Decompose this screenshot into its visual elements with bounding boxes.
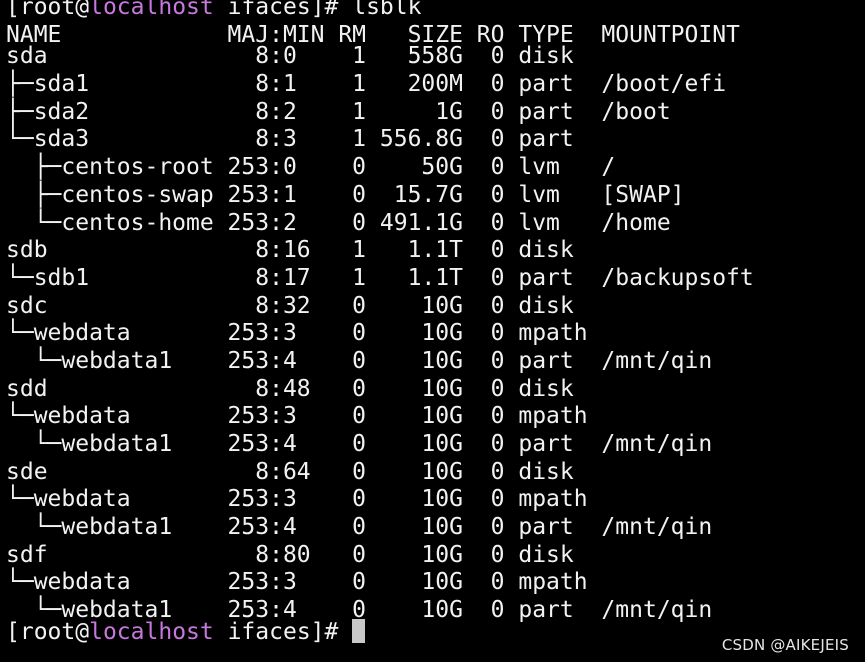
text-cursor <box>352 618 366 643</box>
lsblk-row: ├─centos-root 253:0 0 50G 0 lvm / <box>6 154 616 181</box>
lsblk-row: └─webdata 253:3 0 10G 0 mpath <box>6 403 588 430</box>
prompt-host: localhost <box>89 618 214 645</box>
terminal-window[interactable]: [root@localhost ifaces]# lsblk NAME MAJ:… <box>0 0 865 662</box>
lsblk-row: ├─centos-swap 253:1 0 15.7G 0 lvm [SWAP] <box>6 181 685 208</box>
prompt-user: root@ <box>19 0 90 20</box>
lsblk-row: └─centos-home 253:2 0 491.1G 0 lvm /home <box>6 209 671 236</box>
prompt-dir: ifaces]# <box>213 0 353 20</box>
prompt-open: [ <box>6 0 20 20</box>
lsblk-row: └─webdata1 253:4 0 10G 0 part /mnt/qin <box>6 431 713 457</box>
lsblk-row: sdf 8:80 0 10G 0 disk <box>6 541 574 568</box>
lsblk-row: ├─sda2 8:2 1 1G 0 part /boot <box>6 98 671 125</box>
prompt-command: lsblk <box>352 0 422 20</box>
lsblk-row: sdd 8:48 0 10G 0 disk <box>6 375 574 402</box>
watermark: CSDN @AIKEJEIS <box>721 636 849 654</box>
lsblk-row: └─webdata 253:3 0 10G 0 mpath <box>6 569 588 596</box>
lsblk-row: └─webdata 253:3 0 10G 0 mpath <box>6 320 588 347</box>
lsblk-row: └─sdb1 8:17 1 1.1T 0 part /backupsoft <box>6 264 754 291</box>
command-prompt-line: [root@localhost ifaces]# lsblk <box>0 0 865 22</box>
lsblk-row: ├─sda1 8:1 1 200M 0 part /boot/efi <box>6 71 727 98</box>
prompt-user: root@ <box>19 618 90 645</box>
lsblk-row: sde 8:64 0 10G 0 disk <box>6 458 574 485</box>
lsblk-output: sda 8:0 1 558G 0 disk ├─sda1 8:1 1 200M 0… <box>0 43 865 624</box>
prompt-dir: ifaces]# <box>213 618 353 645</box>
lsblk-row: └─sda3 8:3 1 556.8G 0 part <box>6 126 574 153</box>
prompt-open: [ <box>6 618 20 645</box>
lsblk-row: └─webdata1 253:4 0 10G 0 part /mnt/qin <box>6 514 713 541</box>
prompt-host: localhost <box>89 0 214 20</box>
lsblk-row: └─webdata1 253:4 0 10G 0 part /mnt/qin <box>6 347 713 374</box>
lsblk-row: sdc 8:32 0 10G 0 disk <box>6 292 574 319</box>
lsblk-row: └─webdata 253:3 0 10G 0 mpath <box>6 486 588 513</box>
lsblk-row: sdb 8:16 1 1.1T 0 disk <box>6 237 574 264</box>
